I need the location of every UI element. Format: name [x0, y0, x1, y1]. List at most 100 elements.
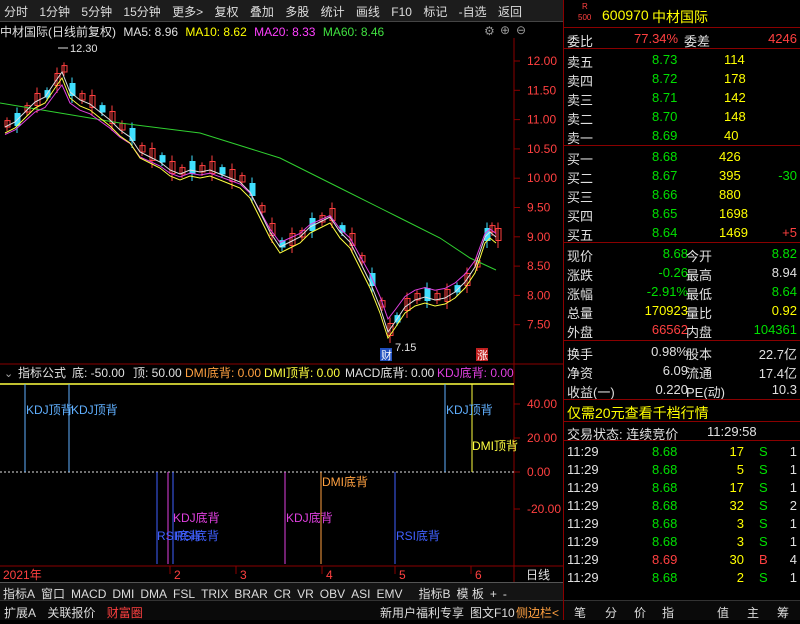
price-axis: 12.00 11.50 11.00 10.50 10.00 9.50 9.00 8.50 8.0… — [514, 54, 557, 332]
tab-15min[interactable]: 15分钟 — [119, 0, 164, 23]
badge-500: 500 — [578, 13, 592, 22]
kdj-top-label-1: KDJ顶背 — [26, 403, 73, 417]
indicator-tick: 40.00 — [527, 397, 557, 411]
indicator-dmi-di: DMI底背: 0.00 — [185, 365, 261, 380]
ask-row[interactable]: 卖一 8.69 40 — [564, 126, 800, 146]
overlay-button[interactable]: 叠加 — [246, 0, 278, 23]
stat-row[interactable]: 现价 8.68 今开 8.82 — [564, 244, 800, 264]
fin-row[interactable]: 换手 0.98% 股本 22.7亿 — [564, 342, 800, 362]
f10-text-button[interactable]: 图文F10 — [466, 601, 519, 624]
tick-row[interactable]: 11:29 8.68 2 S 1 — [564, 568, 800, 587]
zhang-label: 涨 — [477, 349, 488, 362]
time-label-3: 4 — [326, 568, 333, 582]
time-axis: 2021年 2 3 4 5 6 日线 — [3, 566, 550, 582]
indicator-kdj-di: KDJ底背: 0.00 — [437, 365, 514, 380]
quote-panel: R 500 600970 中材国际 委比 77.34% 委差 4246 卖五 8.… — [563, 0, 800, 620]
kdj-bottom-label-2: KDJ底背 — [286, 510, 333, 525]
price-tick: 8.00 — [527, 288, 551, 302]
wealth-circle-button[interactable]: 财富圈 — [103, 601, 147, 624]
fuquan-button[interactable]: 复权 — [210, 0, 242, 23]
stat-row[interactable]: 涨跌 -0.26 最高 8.94 — [564, 263, 800, 283]
mark-button[interactable]: 标记 — [419, 0, 451, 23]
indicator-axis: 40.00 20.00 0.00 -20.00 — [514, 397, 561, 516]
settings-icon[interactable]: ⚙ — [484, 24, 495, 38]
zoomout-icon[interactable]: ⊖ — [516, 23, 526, 37]
stats-button[interactable]: 统计 — [317, 0, 349, 23]
tab-1min[interactable]: 1分钟 — [35, 0, 74, 23]
tick-row[interactable]: 11:29 8.69 30 B 4 — [564, 550, 800, 569]
ask-row[interactable]: 卖四 8.72 178 — [564, 69, 800, 89]
back-button[interactable]: 返回 — [494, 0, 526, 23]
promo-row[interactable]: 仅需20元查看千档行情 — [564, 401, 800, 423]
indicator-header: ⌄ 指标公式 底: -50.00 顶: 50.00 DMI底背: 0.00 DM… — [4, 365, 514, 380]
stat-row[interactable]: 外盘 66562 内盘 104361 — [564, 320, 800, 340]
sidebar-toggle[interactable]: 侧边栏< — [512, 601, 563, 624]
new-user-promo[interactable]: 新用户福利专享 — [376, 601, 468, 624]
stat-row[interactable]: 涨幅 -2.91% 最低 8.64 — [564, 282, 800, 302]
indicator-tick: 0.00 — [527, 465, 551, 479]
tick-row[interactable]: 11:29 8.68 32 S 2 — [564, 496, 800, 515]
trade-status-row: 交易状态: 连续竞价 11:29:58 — [567, 424, 757, 442]
indicator-name[interactable]: 指标公式 — [18, 365, 66, 380]
stock-title: 中材国际(日线前复权) — [0, 25, 116, 39]
ma60-line — [0, 102, 497, 271]
time-label-1: 2 — [174, 568, 181, 582]
indicator-tick: -20.00 — [527, 502, 561, 516]
tab-5min[interactable]: 5分钟 — [77, 0, 116, 23]
zoom-icon[interactable]: ⊕ — [500, 23, 510, 37]
related-quote-button[interactable]: 关联报价 — [43, 601, 99, 624]
bid-row[interactable]: 买五 8.64 1469 +5 — [564, 223, 800, 243]
indicator-dmi-ding: DMI顶背: 0.00 — [264, 366, 340, 380]
ma10-label: MA10: 8.62 — [185, 25, 247, 39]
stock-name: 中材国际 — [652, 9, 708, 25]
fin-row[interactable]: 收益(一) 0.220 PE(动) 10.3 — [564, 380, 800, 400]
ma20-label: MA20: 8.33 — [254, 25, 316, 39]
price-tick: 10.00 — [527, 171, 557, 185]
indicator-tick: 20.00 — [527, 431, 557, 445]
period-toolbar: 分时 1分钟 5分钟 15分钟 更多> 复权 叠加 多股 统计 画线 F10 标… — [0, 0, 563, 22]
indicator-dropdown-icon[interactable]: ⌄ — [4, 368, 13, 380]
bid-row[interactable]: 买三 8.66 880 — [564, 185, 800, 205]
tick-row[interactable]: 11:29 8.68 5 S 1 — [564, 460, 800, 479]
tick-row[interactable]: 11:29 8.68 17 S 1 — [564, 442, 800, 461]
tick-row[interactable]: 11:29 8.68 3 S 1 — [564, 532, 800, 551]
kdj-top-label-3: KDJ顶背 — [446, 403, 493, 417]
kdj-top-label-2: KDJ顶背 — [71, 403, 118, 417]
price-tick: 10.50 — [527, 142, 557, 156]
draw-line-button[interactable]: 画线 — [352, 0, 384, 23]
tick-row[interactable]: 11:29 8.68 3 S 1 — [564, 514, 800, 533]
ask-row[interactable]: 卖三 8.71 142 — [564, 88, 800, 108]
indicator-ding: 顶: 50.00 — [133, 366, 182, 380]
more-button[interactable]: 更多> — [168, 0, 207, 23]
period-label: 日线 — [526, 568, 550, 582]
ask-row[interactable]: 卖二 8.70 148 — [564, 107, 800, 127]
price-tick: 7.50 — [527, 318, 551, 332]
badge-r: R — [582, 2, 588, 11]
bid-row[interactable]: 买二 8.67 395 -30 — [564, 166, 800, 186]
ma20-line — [4, 84, 497, 321]
price-tick: 8.50 — [527, 259, 551, 273]
tick-row[interactable]: 11:29 8.68 17 S 1 — [564, 478, 800, 497]
indicator-tabbar: 指标A 窗口 MACD DMI DMA FSL TRIX BRAR CR VR OBV ASI EMV 指… — [0, 582, 563, 601]
expand-a-button[interactable]: 扩展A — [0, 601, 40, 624]
ask-row[interactable]: 卖五 8.73 114 — [564, 50, 800, 70]
price-tick: 9.50 — [527, 201, 551, 215]
promo-text[interactable]: 仅需20元查看千档行情 — [567, 403, 709, 423]
bid-row[interactable]: 买一 8.68 426 — [564, 147, 800, 167]
dmi-top-label: DMI顶背 — [472, 439, 518, 453]
price-tick: 11.00 — [527, 113, 556, 127]
weibi-row: 委比 77.34% 委差 4246 — [567, 31, 797, 49]
remove-watchlist-button[interactable]: -自选 — [455, 0, 491, 23]
f10-button[interactable]: F10 — [387, 2, 416, 22]
ma5-label: MA5: 8.96 — [123, 25, 179, 39]
fin-row[interactable]: 净资 6.09 流通 17.4亿 — [564, 361, 800, 381]
price-tick: 9.00 — [527, 230, 551, 244]
indicator-di: 底: -50.00 — [72, 365, 125, 380]
tab-fenshi[interactable]: 分时 — [0, 0, 32, 23]
ma5-line — [4, 70, 497, 334]
stat-row[interactable]: 总量 170923 量比 0.92 — [564, 301, 800, 321]
bid-row[interactable]: 买四 8.65 1698 — [564, 204, 800, 224]
kline-chart[interactable]: 12.00 11.50 11.00 10.50 10.00 9.50 9.00 8.50 8.0… — [0, 38, 563, 582]
multi-stock-button[interactable]: 多股 — [281, 0, 313, 23]
high-label: 12.30 — [70, 43, 98, 55]
